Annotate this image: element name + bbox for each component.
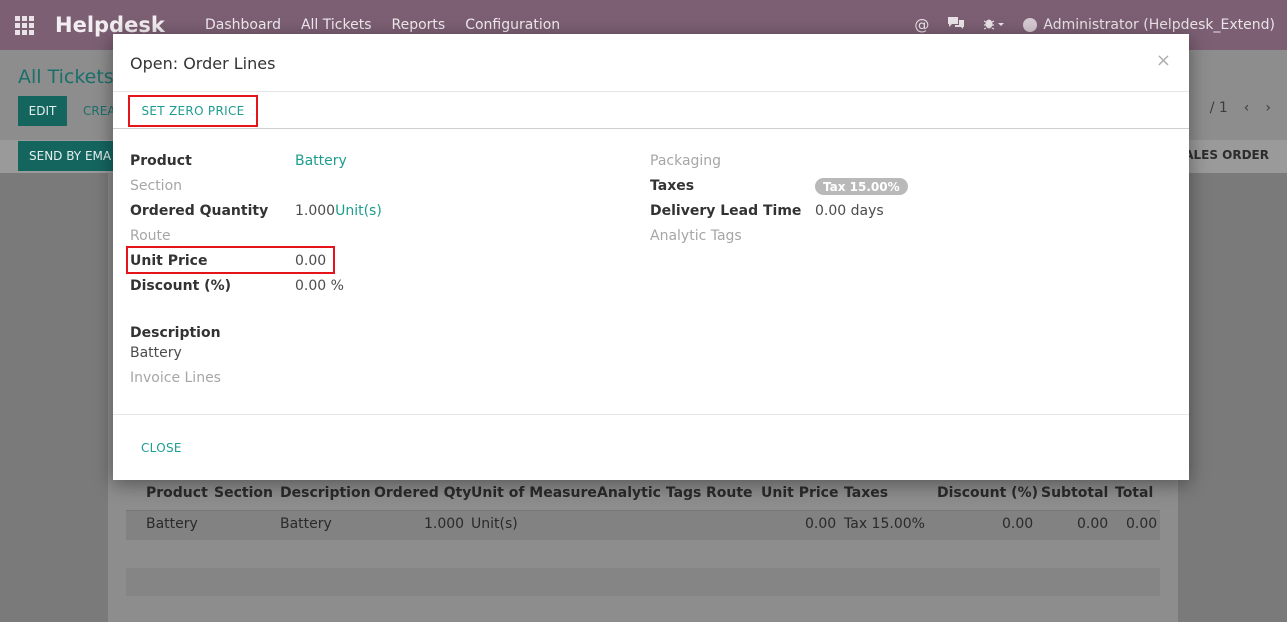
product-label: Product (130, 153, 192, 169)
lead-time-value: 0.00 days (815, 203, 884, 219)
col-ordered-qty[interactable]: Ordered Qty (374, 485, 471, 501)
product-link[interactable]: Battery (295, 153, 347, 169)
col-analytic-tags[interactable]: Analytic Tags (597, 485, 701, 501)
lead-time-label: Delivery Lead Time (650, 203, 802, 219)
order-line-dialog: Open: Order Lines × SET ZERO PRICE Produ… (113, 34, 1189, 480)
col-section[interactable]: Section (214, 485, 273, 501)
table-header: Product Section Description Ordered Qty … (126, 480, 1160, 508)
discount-value: 0.00 % (295, 278, 344, 294)
user-name: Administrator (Helpdesk_Extend) (1043, 17, 1275, 33)
col-route[interactable]: Route (706, 485, 753, 501)
send-by-email-button[interactable]: SEND BY EMA (18, 141, 118, 171)
unit-price-label: Unit Price (130, 253, 208, 269)
empty-table-row (126, 568, 1160, 596)
edit-button[interactable]: EDIT (18, 96, 67, 126)
pager-next-icon[interactable]: › (1265, 100, 1271, 116)
ordered-qty-value: 1.000Unit(s) (295, 203, 382, 219)
description-label: Description (130, 325, 221, 341)
cell-subtotal: 0.00 (1077, 516, 1109, 532)
ordered-qty-number: 1.000 (295, 203, 336, 219)
at-icon[interactable]: @ (914, 16, 929, 34)
menu-all-tickets[interactable]: All Tickets (301, 17, 372, 33)
user-menu[interactable]: Administrator (Helpdesk_Extend) (1023, 17, 1275, 33)
table-row[interactable]: Battery Battery 1.000 Unit(s) 0.00 Tax 1… (126, 510, 1160, 540)
analytic-tags-label: Analytic Tags (650, 228, 742, 244)
pager-value: / 1 (1209, 100, 1228, 116)
description-value: Battery (130, 345, 182, 361)
pager: / 1 ‹ › (1210, 100, 1271, 116)
col-product[interactable]: Product (146, 485, 208, 501)
sales-order-button[interactable]: SALES ORDER (1176, 148, 1269, 162)
dialog-title: Open: Order Lines (130, 54, 276, 73)
ordered-qty-label: Ordered Quantity (130, 203, 269, 219)
col-uom[interactable]: Unit of Measure (471, 485, 597, 501)
cell-description: Battery (280, 516, 332, 532)
col-description[interactable]: Description (280, 485, 371, 501)
tax-badge: Tax 15.00% (815, 178, 908, 195)
cell-total: 0.00 (1126, 516, 1158, 532)
bug-icon[interactable] (983, 16, 1005, 34)
dialog-toolbar: SET ZERO PRICE (113, 92, 1189, 129)
col-taxes[interactable]: Taxes (844, 485, 888, 501)
menu-dashboard[interactable]: Dashboard (205, 17, 281, 33)
invoice-lines-label: Invoice Lines (130, 370, 221, 386)
apps-grid-icon[interactable] (15, 16, 35, 35)
col-total[interactable]: Total (1115, 485, 1153, 501)
ordered-qty-unit-link[interactable]: Unit(s) (335, 203, 382, 219)
set-zero-price-button[interactable]: SET ZERO PRICE (128, 95, 258, 127)
menu-reports[interactable]: Reports (392, 17, 446, 33)
cell-uom: Unit(s) (471, 516, 518, 532)
dialog-header: Open: Order Lines × (113, 34, 1189, 92)
chat-icon[interactable] (947, 16, 965, 34)
section-label: Section (130, 178, 183, 194)
route-label: Route (130, 228, 171, 244)
cell-discount: 0.00 (1002, 516, 1034, 532)
order-lines-table: Product Section Description Ordered Qty … (126, 480, 1160, 540)
breadcrumb[interactable]: All Tickets (18, 66, 114, 88)
menu-configuration[interactable]: Configuration (465, 17, 560, 33)
col-subtotal[interactable]: Subtotal (1041, 485, 1108, 501)
col-discount[interactable]: Discount (%) (937, 485, 1038, 501)
unit-price-value: 0.00 (295, 253, 327, 269)
taxes-label: Taxes (650, 178, 695, 194)
create-button[interactable]: CREA (83, 104, 116, 118)
cell-taxes: Tax 15.00% (844, 516, 925, 532)
close-icon[interactable]: × (1156, 50, 1171, 71)
packaging-label: Packaging (650, 153, 722, 169)
discount-label: Discount (%) (130, 278, 231, 294)
cell-unit-price: 0.00 (805, 516, 837, 532)
dialog-footer: CLOSE (113, 414, 1189, 480)
cell-product: Battery (146, 516, 198, 532)
pager-prev-icon[interactable]: ‹ (1244, 100, 1250, 116)
cell-qty: 1.000 (424, 516, 465, 532)
close-button[interactable]: CLOSE (141, 441, 182, 455)
avatar (1023, 18, 1038, 32)
col-unit-price[interactable]: Unit Price (761, 485, 838, 501)
